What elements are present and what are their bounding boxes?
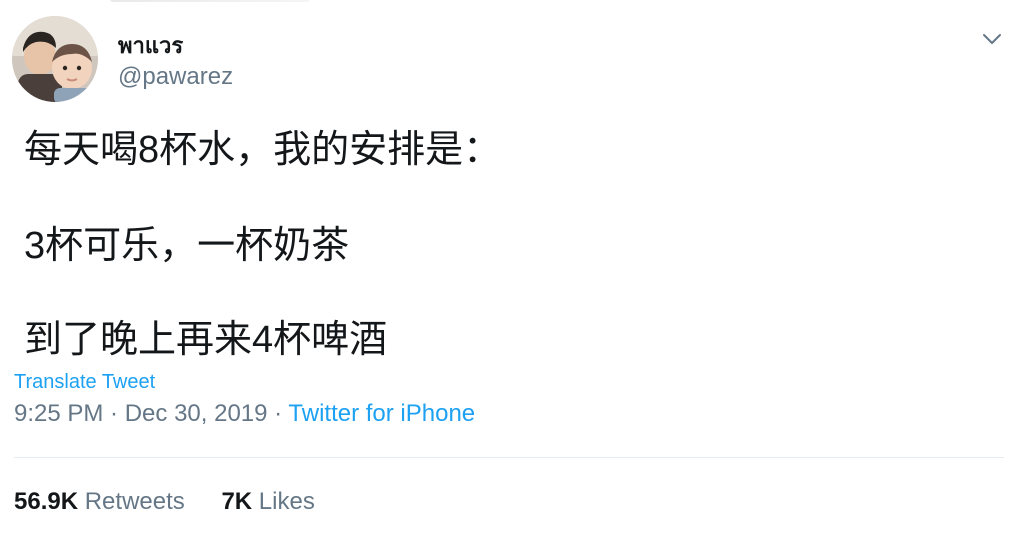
tweet-source-link[interactable]: Twitter for iPhone (288, 400, 475, 427)
tweet-text-line: 3杯可乐，一杯奶茶 (24, 225, 350, 267)
chevron-down-icon (983, 34, 1001, 44)
meta-separator: · (267, 400, 289, 427)
display-name[interactable]: พาแวร (118, 28, 183, 63)
meta-separator: · (103, 400, 125, 427)
likes-label: Likes (258, 488, 315, 515)
tweet-text-line: 每天喝8杯水，我的安排是： (24, 129, 502, 171)
tweet-menu-button[interactable] (978, 25, 1006, 53)
avatar[interactable] (12, 16, 98, 102)
retweets-label: Retweets (84, 488, 185, 515)
retweets-stat[interactable]: 56.9K Retweets (14, 488, 185, 516)
tweet-time[interactable]: 9:25 PM (14, 400, 103, 427)
tweet-stats: 56.9K Retweets 7K Likes (14, 488, 315, 516)
divider (14, 457, 1004, 458)
avatar-photo (12, 16, 98, 102)
user-handle[interactable]: @pawarez (118, 63, 233, 91)
likes-stat[interactable]: 7K Likes (221, 488, 314, 516)
likes-count: 7K (221, 488, 253, 515)
retweets-count: 56.9K (14, 488, 79, 515)
cropped-previous-content (110, 0, 310, 2)
translate-tweet-link[interactable]: Translate Tweet (14, 371, 155, 394)
tweet-text-line: 到了晚上再来4杯啤酒 (24, 319, 388, 361)
tweet-meta: 9:25 PM · Dec 30, 2019 · Twitter for iPh… (14, 400, 475, 428)
tweet-date[interactable]: Dec 30, 2019 (125, 400, 268, 427)
